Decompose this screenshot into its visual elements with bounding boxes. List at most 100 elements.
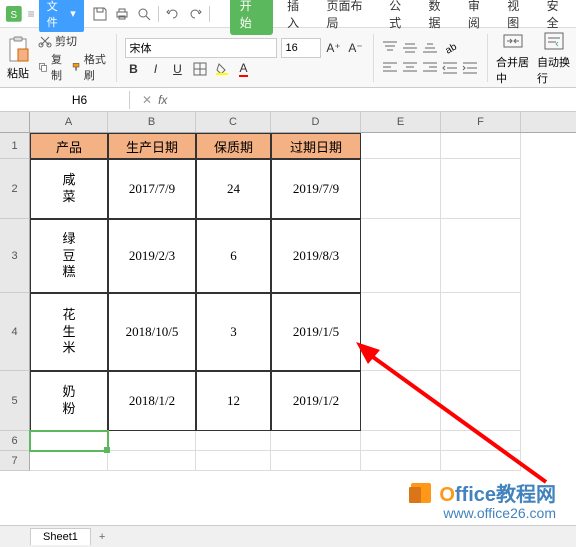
valign-bottom-icon[interactable] [421, 39, 439, 57]
row-header[interactable]: 1 [0, 133, 30, 159]
indent-decrease-icon[interactable] [441, 59, 459, 77]
cell[interactable]: 3 [196, 293, 271, 371]
valign-top-icon[interactable] [381, 39, 399, 57]
row-header[interactable]: 7 [0, 451, 30, 471]
table-row: 2 咸菜 2017/7/9 24 2019/7/9 [0, 159, 576, 219]
cell[interactable]: 24 [196, 159, 271, 219]
cell[interactable] [441, 159, 521, 219]
cell[interactable]: 2017/7/9 [108, 159, 196, 219]
align-left-icon[interactable] [381, 59, 399, 77]
row-header[interactable]: 3 [0, 219, 30, 293]
cell[interactable] [30, 451, 108, 471]
cell[interactable]: 生产日期 [108, 133, 196, 159]
auto-wrap-button[interactable]: 自动换行 [537, 30, 570, 86]
cell[interactable] [441, 133, 521, 159]
cell[interactable] [361, 133, 441, 159]
save-icon[interactable] [92, 6, 108, 22]
tab-insert[interactable]: 插入 [285, 0, 312, 35]
font-name-select[interactable] [125, 38, 277, 58]
cell[interactable]: 2019/7/9 [271, 159, 361, 219]
name-box[interactable] [30, 91, 130, 109]
row-header[interactable]: 2 [0, 159, 30, 219]
indent-increase-icon[interactable] [461, 59, 479, 77]
merge-center-button[interactable]: 合并居中 [496, 30, 529, 86]
cell[interactable]: 12 [196, 371, 271, 431]
cell[interactable] [361, 371, 441, 431]
col-header[interactable]: F [441, 112, 521, 132]
preview-icon[interactable] [136, 6, 152, 22]
border-button[interactable] [191, 60, 209, 78]
cell[interactable] [196, 451, 271, 471]
cell[interactable]: 咸菜 [30, 159, 108, 219]
cell[interactable]: 2019/8/3 [271, 219, 361, 293]
font-size-select[interactable] [281, 38, 321, 58]
fx-icon[interactable]: fx [158, 93, 167, 107]
font-color-button[interactable]: A [235, 60, 253, 78]
cell[interactable]: 过期日期 [271, 133, 361, 159]
file-menu[interactable]: 文件 ▾ [39, 0, 84, 32]
cell[interactable] [441, 293, 521, 371]
col-header[interactable]: A [30, 112, 108, 132]
decrease-font-icon[interactable]: A⁻ [347, 39, 365, 57]
fill-color-button[interactable] [213, 60, 231, 78]
col-header[interactable]: E [361, 112, 441, 132]
cell[interactable] [441, 451, 521, 471]
cell[interactable]: 2019/1/2 [271, 371, 361, 431]
copy-button[interactable]: 复制 [38, 51, 67, 83]
cell[interactable]: 产品 [30, 133, 108, 159]
cell[interactable] [361, 293, 441, 371]
tab-data[interactable]: 数据 [427, 0, 454, 35]
sheet-tab[interactable]: Sheet1 [30, 528, 91, 545]
print-icon[interactable] [114, 6, 130, 22]
tab-review[interactable]: 审阅 [466, 0, 493, 35]
fx-cancel-icon[interactable]: ✕ [142, 93, 152, 107]
undo-icon[interactable] [165, 6, 181, 22]
cell[interactable] [441, 371, 521, 431]
cell[interactable] [361, 159, 441, 219]
cell[interactable] [441, 219, 521, 293]
cell[interactable] [441, 431, 521, 451]
cell-selected[interactable] [30, 431, 108, 451]
orientation-icon[interactable]: ab [441, 39, 459, 57]
cell[interactable]: 2018/10/5 [108, 293, 196, 371]
align-center-icon[interactable] [401, 59, 419, 77]
cell[interactable]: 6 [196, 219, 271, 293]
paste-button[interactable]: 粘贴 [6, 35, 30, 81]
cell[interactable]: 2018/1/2 [108, 371, 196, 431]
select-all-corner[interactable] [0, 112, 30, 132]
underline-button[interactable]: U [169, 60, 187, 78]
office-logo-icon [407, 479, 435, 507]
cell[interactable] [271, 451, 361, 471]
cell[interactable]: 花生米 [30, 293, 108, 371]
bold-button[interactable]: B [125, 60, 143, 78]
valign-middle-icon[interactable] [401, 39, 419, 57]
cut-button[interactable]: 剪切 [38, 33, 108, 49]
cell[interactable]: 绿豆糕 [30, 219, 108, 293]
format-painter-button[interactable]: 格式刷 [71, 51, 108, 83]
col-header[interactable]: B [108, 112, 196, 132]
cell[interactable] [361, 451, 441, 471]
align-right-icon[interactable] [421, 59, 439, 77]
col-header[interactable]: C [196, 112, 271, 132]
cell[interactable]: 保质期 [196, 133, 271, 159]
row-header[interactable]: 4 [0, 293, 30, 371]
row-header[interactable]: 6 [0, 431, 30, 451]
cell[interactable]: 2019/2/3 [108, 219, 196, 293]
cell[interactable] [271, 431, 361, 451]
cell[interactable]: 2019/1/5 [271, 293, 361, 371]
cell[interactable] [108, 451, 196, 471]
italic-button[interactable]: I [147, 60, 165, 78]
cell[interactable]: 奶粉 [30, 371, 108, 431]
redo-icon[interactable] [187, 6, 203, 22]
tab-page-layout[interactable]: 页面布局 [324, 0, 375, 35]
add-sheet-button[interactable]: + [91, 529, 113, 545]
row-header[interactable]: 5 [0, 371, 30, 431]
cell[interactable] [196, 431, 271, 451]
tab-start[interactable]: 开始 [230, 0, 273, 35]
cell[interactable] [361, 219, 441, 293]
tab-formula[interactable]: 公式 [387, 0, 414, 35]
cell[interactable] [361, 431, 441, 451]
cell[interactable] [108, 431, 196, 451]
col-header[interactable]: D [271, 112, 361, 132]
increase-font-icon[interactable]: A⁺ [325, 39, 343, 57]
